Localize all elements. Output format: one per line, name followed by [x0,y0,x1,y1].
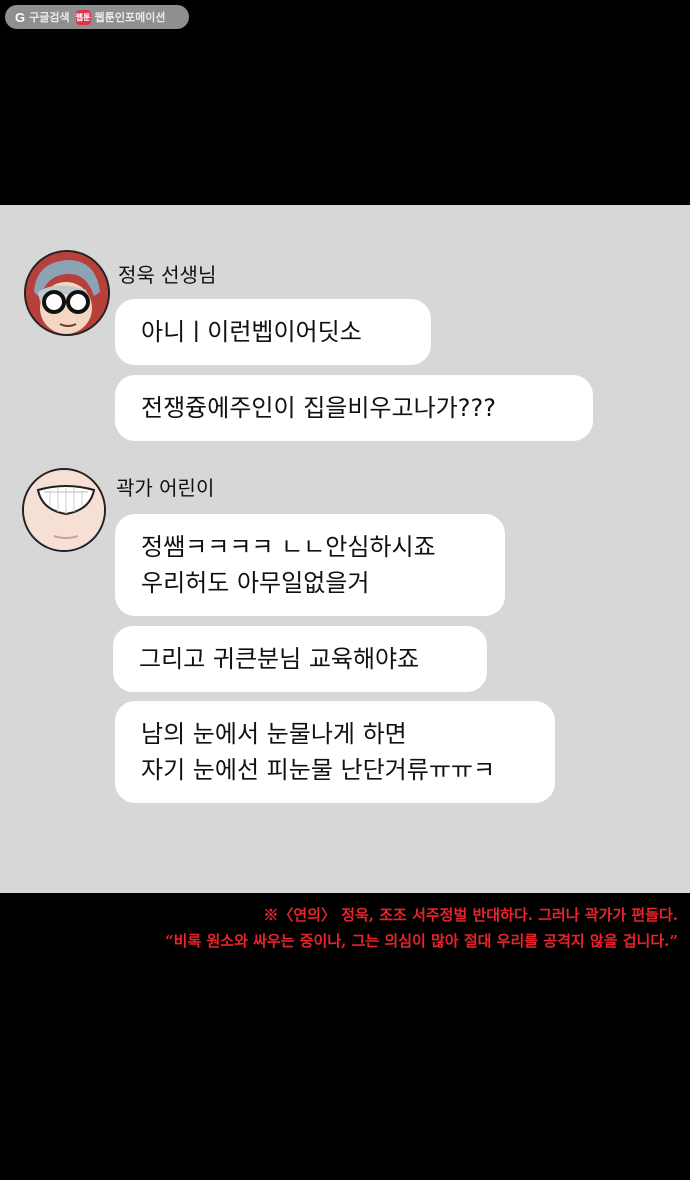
smiling-mouth-avatar-icon [24,470,104,550]
watermark-badge: G 구글검색 웹툰 웹툰인포메이션 [5,5,189,29]
message-bubble: 전쟁즁에주인이 집을비우고나가??? [115,375,593,441]
message-text: 전쟁즁에주인이 집을비우고나가??? [141,394,496,422]
message-text-line: 남의 눈에서 눈물나게 하면 [141,720,407,748]
message-text-line: 우리허도 아무일없을거 [141,569,370,597]
message-bubble: 그리고 귀큰분님 교육해야죠 [113,626,487,692]
sender-name: 곽가 어린이 [116,476,215,500]
message-bubble: 남의 눈에서 눈물나게 하면 자기 눈에선 피눈물 난단거류ㅠㅠㅋ [115,701,555,803]
google-icon: G [15,9,26,25]
glasses-man-avatar-icon [26,252,108,334]
message-text: 아니ㅣ이런벱이어딧소 [141,318,362,346]
sender-name: 정욱 선생님 [118,263,217,287]
message-text: 그리고 귀큰분님 교육해야죠 [139,645,420,673]
webtoon-icon: 웹툰 [75,9,91,25]
message-text-line: 정쌤ㅋㅋㅋㅋ ㄴㄴ안심하시죠 [141,533,436,561]
google-search-label: 구글검색 [29,11,70,24]
footnote-line-1: ※〈연의〉 정욱, 조조 서주정벌 반대하다. 그러나 곽가가 편들다. [263,906,678,924]
webtoon-info-label: 웹툰인포메이션 [94,11,166,24]
message-bubble: 아니ㅣ이런벱이어딧소 [115,299,431,365]
avatar-jeonguk [24,250,110,336]
avatar-gwakga [22,468,106,552]
chat-panel: 정욱 선생님 아니ㅣ이런벱이어딧소 전쟁즁에주인이 집을비우고나가??? 곽가 … [0,205,690,893]
message-bubble: 정쌤ㅋㅋㅋㅋ ㄴㄴ안심하시죠 우리허도 아무일없을거 [115,514,505,616]
footnote-line-2: “비록 원소와 싸우는 중이나, 그는 의심이 많아 절대 우리를 공격지 않을… [165,932,678,950]
message-text-line: 자기 눈에선 피눈물 난단거류ㅠㅠㅋ [141,756,496,784]
